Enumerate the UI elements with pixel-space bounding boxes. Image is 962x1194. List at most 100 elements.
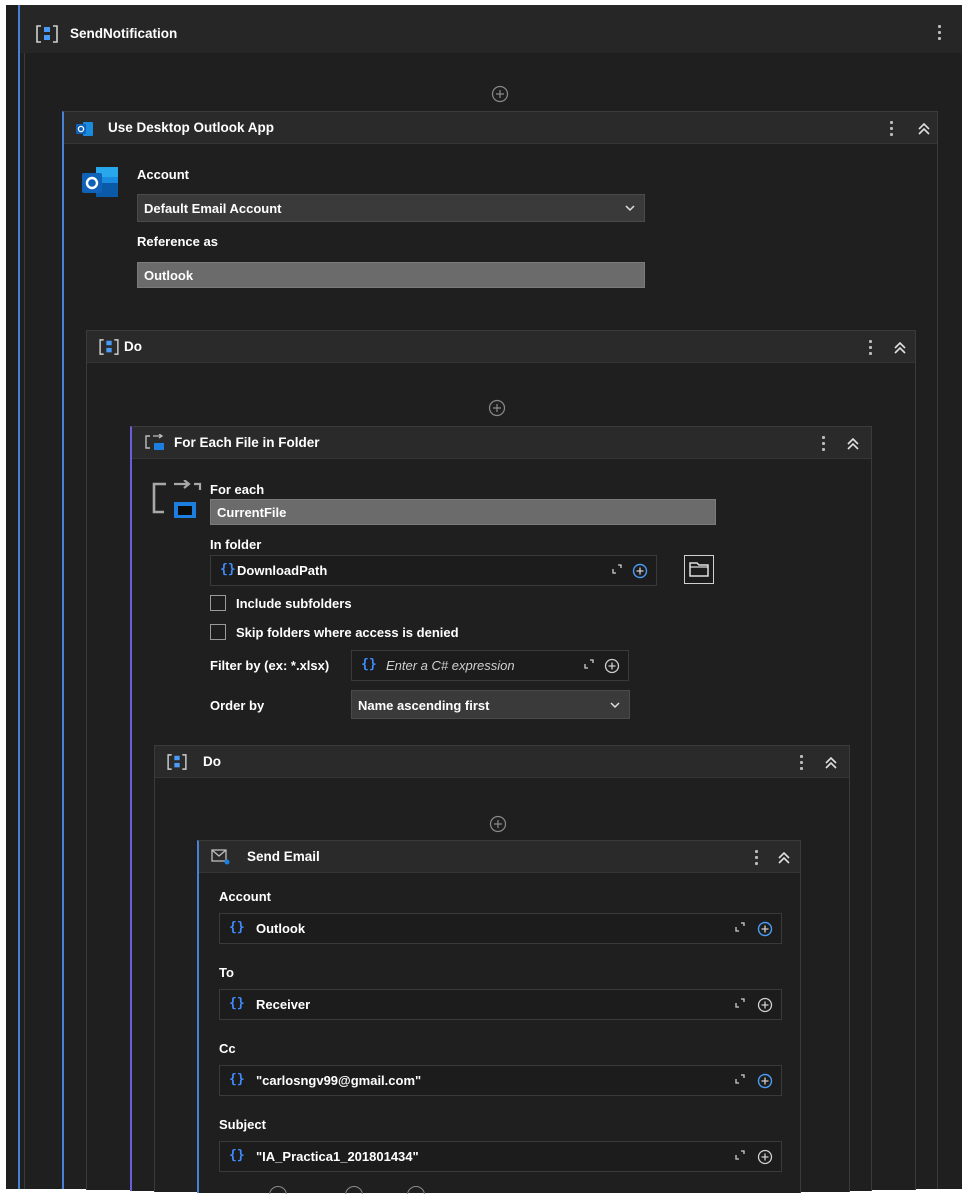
send-email-header[interactable]: Send Email bbox=[199, 841, 800, 873]
reference-input-value: Outlook bbox=[144, 268, 194, 283]
more-options-icon[interactable] bbox=[800, 755, 803, 773]
for-each-folder-icon bbox=[145, 434, 164, 450]
expression-braces-icon: {} bbox=[361, 657, 377, 672]
filter-input[interactable]: {} Enter a C# expression bbox=[351, 650, 629, 681]
outlook-small-icon bbox=[76, 122, 93, 136]
for-each-variable-value: CurrentFile bbox=[217, 505, 287, 520]
expand-editor-icon[interactable] bbox=[584, 659, 594, 669]
account-dropdown-value: Default Email Account bbox=[144, 201, 282, 216]
more-options-icon[interactable] bbox=[869, 340, 872, 358]
send-email-field-label: Cc bbox=[219, 1041, 236, 1056]
activity-header[interactable]: Use Desktop Outlook App bbox=[64, 112, 937, 144]
expression-braces-icon: {} bbox=[229, 996, 245, 1011]
send-email-subject-value: "IA_Practica1_201801434" bbox=[256, 1149, 419, 1164]
expression-braces-icon: {} bbox=[220, 562, 236, 577]
add-circle-icon[interactable] bbox=[632, 563, 648, 579]
add-circle-icon[interactable] bbox=[757, 997, 773, 1013]
more-options-icon[interactable] bbox=[938, 25, 941, 43]
circle-icon bbox=[269, 1186, 287, 1194]
add-activity-icon[interactable] bbox=[491, 85, 509, 103]
expression-braces-icon: {} bbox=[229, 1072, 245, 1087]
sequence-header[interactable]: SendNotification bbox=[20, 5, 962, 53]
circle-icon bbox=[345, 1186, 363, 1194]
order-by-dropdown[interactable]: Name ascending first bbox=[351, 690, 630, 719]
include-subfolders-label: Include subfolders bbox=[236, 596, 352, 611]
in-folder-value: DownloadPath bbox=[237, 563, 328, 578]
sequence-send-notification[interactable]: SendNotification Use Desktop Outlook App bbox=[18, 5, 962, 1194]
do-title: Do bbox=[124, 339, 142, 354]
do-header[interactable]: Do bbox=[155, 746, 849, 778]
send-email-to-value: Receiver bbox=[256, 997, 311, 1012]
send-email-field-label: Subject bbox=[219, 1117, 266, 1132]
collapse-icon[interactable] bbox=[917, 122, 931, 136]
more-options-icon[interactable] bbox=[755, 850, 758, 868]
do-sequence-inner[interactable]: Do Send Email Account {} Outlook To {} R… bbox=[154, 745, 850, 1194]
reference-input[interactable]: Outlook bbox=[137, 262, 645, 288]
collapse-icon[interactable] bbox=[846, 437, 860, 451]
email-icon bbox=[211, 849, 230, 865]
do-title: Do bbox=[203, 754, 221, 769]
for-each-label: For each bbox=[210, 482, 265, 497]
collapse-icon[interactable] bbox=[824, 756, 838, 770]
include-subfolders-checkbox[interactable] bbox=[210, 595, 226, 611]
add-circle-icon[interactable] bbox=[757, 1149, 773, 1165]
send-email-title: Send Email bbox=[247, 849, 320, 864]
more-options-icon[interactable] bbox=[890, 121, 893, 139]
do-header[interactable]: Do bbox=[87, 331, 915, 363]
for-each-header[interactable]: For Each File in Folder bbox=[132, 427, 871, 459]
send-email-activity[interactable]: Send Email Account {} Outlook To {} Rece… bbox=[197, 840, 801, 1194]
circle-icon bbox=[407, 1186, 425, 1194]
activity-title: Use Desktop Outlook App bbox=[108, 120, 275, 135]
send-email-account-value: Outlook bbox=[256, 921, 306, 936]
skip-folders-label: Skip folders where access is denied bbox=[236, 625, 459, 640]
sequence-title: SendNotification bbox=[70, 26, 178, 41]
expand-editor-icon[interactable] bbox=[612, 564, 622, 574]
send-email-subject-input[interactable]: {} "IA_Practica1_201801434" bbox=[219, 1141, 782, 1172]
workflow-designer-canvas: SendNotification Use Desktop Outlook App bbox=[6, 5, 962, 1194]
filter-label: Filter by (ex: *.xlsx) bbox=[210, 658, 330, 673]
order-by-label: Order by bbox=[210, 698, 265, 713]
expand-editor-icon[interactable] bbox=[735, 998, 745, 1008]
send-email-account-input[interactable]: {} Outlook bbox=[219, 913, 782, 944]
collapse-icon[interactable] bbox=[777, 851, 791, 865]
expand-editor-icon[interactable] bbox=[735, 1150, 745, 1160]
account-dropdown[interactable]: Default Email Account bbox=[137, 194, 645, 222]
sequence-icon bbox=[36, 25, 58, 43]
browse-folder-button[interactable] bbox=[684, 555, 714, 584]
skip-folders-checkbox[interactable] bbox=[210, 624, 226, 640]
send-email-field-label: Account bbox=[219, 889, 271, 904]
outlook-logo-icon bbox=[82, 167, 118, 197]
expand-editor-icon[interactable] bbox=[735, 922, 745, 932]
order-by-value: Name ascending first bbox=[358, 698, 490, 713]
expression-braces-icon: {} bbox=[229, 1148, 245, 1163]
sequence-icon bbox=[99, 339, 119, 355]
guide-line bbox=[24, 53, 25, 1189]
reference-label: Reference as bbox=[137, 234, 218, 249]
sequence-icon bbox=[167, 754, 187, 770]
chevron-down-icon bbox=[625, 205, 635, 212]
expression-braces-icon: {} bbox=[229, 920, 245, 935]
expand-editor-icon[interactable] bbox=[735, 1074, 745, 1084]
send-email-cc-value: "carlosngv99@gmail.com" bbox=[256, 1073, 422, 1088]
send-email-to-input[interactable]: {} Receiver bbox=[219, 989, 782, 1020]
add-activity-icon[interactable] bbox=[489, 815, 507, 833]
add-activity-icon[interactable] bbox=[488, 399, 506, 417]
add-circle-icon[interactable] bbox=[604, 658, 620, 674]
send-email-cc-input[interactable]: {} "carlosngv99@gmail.com" bbox=[219, 1065, 782, 1096]
partial-toolbar-row bbox=[259, 1186, 459, 1194]
in-folder-label: In folder bbox=[210, 537, 262, 552]
chevron-down-icon bbox=[610, 702, 620, 709]
filter-placeholder: Enter a C# expression bbox=[386, 658, 515, 673]
for-each-variable-input[interactable]: CurrentFile bbox=[210, 499, 716, 525]
collapse-icon[interactable] bbox=[893, 341, 907, 355]
use-desktop-outlook-app-activity[interactable]: Use Desktop Outlook App Account Default … bbox=[62, 111, 938, 1194]
in-folder-input[interactable]: {} DownloadPath bbox=[210, 555, 657, 586]
for-each-file-in-folder-activity[interactable]: For Each File in Folder For each Current… bbox=[130, 426, 872, 1194]
send-email-field-label: To bbox=[219, 965, 234, 980]
more-options-icon[interactable] bbox=[822, 436, 825, 454]
folder-icon bbox=[689, 562, 709, 577]
add-circle-icon[interactable] bbox=[757, 1073, 773, 1089]
for-each-large-icon bbox=[152, 480, 202, 518]
do-sequence-outer[interactable]: Do For Each File in Folder For each Curr… bbox=[86, 330, 916, 1194]
add-circle-icon[interactable] bbox=[757, 921, 773, 937]
